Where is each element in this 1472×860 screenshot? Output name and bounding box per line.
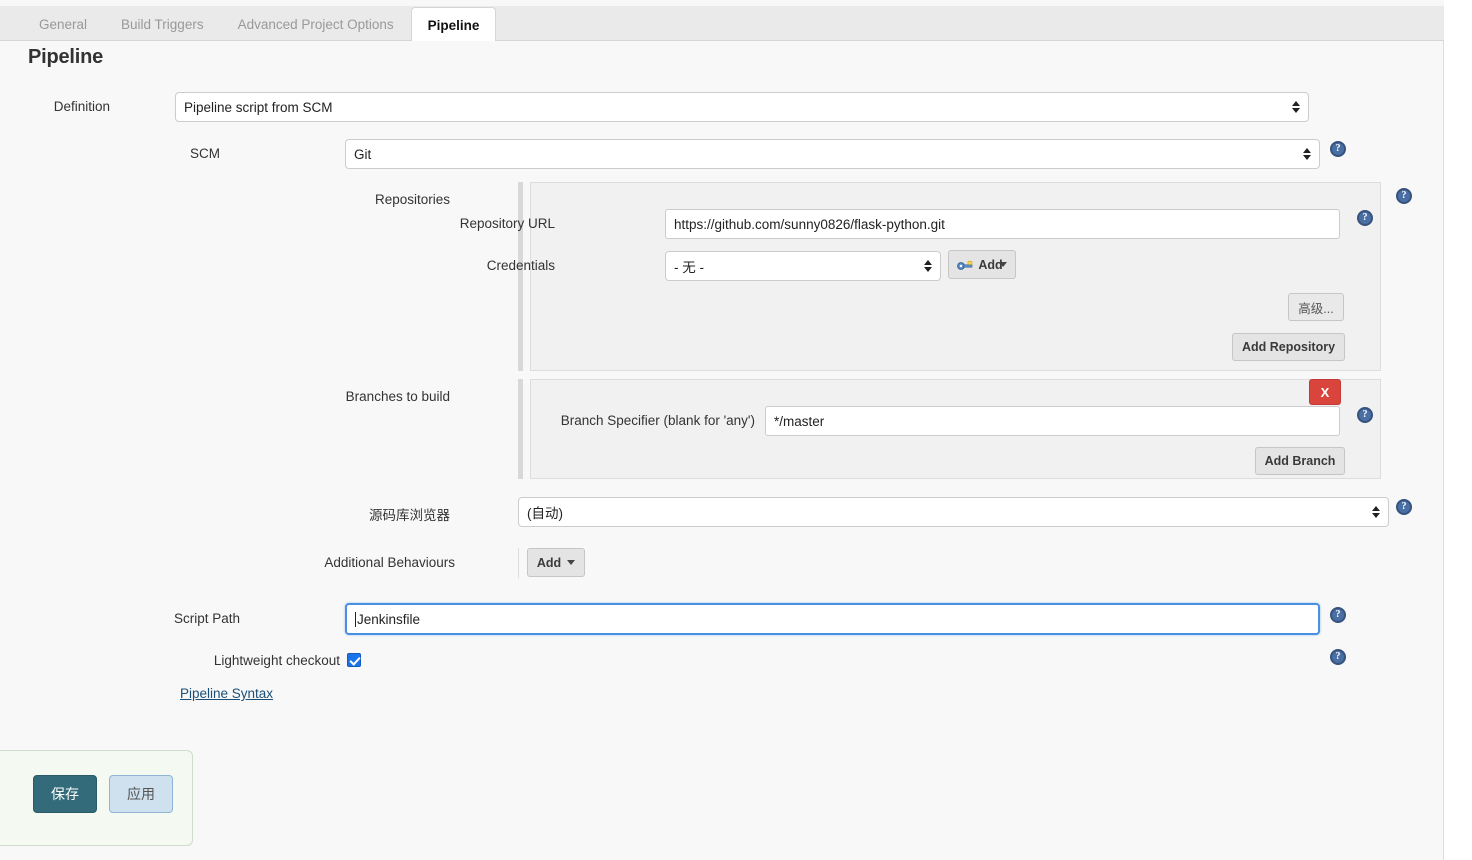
key-icon — [957, 259, 974, 271]
lightweight-checkout-label: Lightweight checkout — [100, 653, 340, 668]
advanced-button[interactable]: 高级... — [1288, 293, 1344, 321]
branches-help-icon[interactable]: ? — [1357, 407, 1373, 423]
repositories-help-icon[interactable]: ? — [1396, 188, 1412, 204]
advanced-button-label: 高级... — [1298, 298, 1333, 317]
credentials-label: Credentials — [440, 258, 555, 273]
credentials-select[interactable]: - 无 - — [665, 251, 941, 281]
chevron-updown-icon — [1302, 146, 1311, 162]
add-repository-label: Add Repository — [1242, 340, 1335, 354]
tab-general[interactable]: General — [22, 6, 104, 41]
repository-url-label: Repository URL — [440, 216, 555, 231]
credentials-select-value: - 无 - — [674, 256, 704, 276]
lightweight-checkout-help-icon[interactable]: ? — [1330, 649, 1346, 665]
script-path-help-icon[interactable]: ? — [1330, 607, 1346, 623]
tab-advanced-project-options-label: Advanced Project Options — [238, 17, 394, 32]
apply-button[interactable]: 应用 — [109, 775, 173, 813]
text-cursor — [355, 612, 356, 627]
tab-build-triggers-label: Build Triggers — [121, 17, 204, 32]
pipeline-section: Pipeline Definition Pipeline script from… — [0, 41, 1444, 860]
tab-advanced-project-options[interactable]: Advanced Project Options — [221, 6, 411, 41]
lightweight-checkout-checkbox[interactable] — [347, 653, 361, 667]
page-title: Pipeline — [28, 46, 103, 69]
add-branch-button[interactable]: Add Branch — [1255, 447, 1345, 475]
content-column: General Build Triggers Advanced Project … — [0, 0, 1444, 860]
repository-browser-label: 源码库浏览器 — [300, 504, 450, 524]
repository-browser-value: (自动) — [527, 502, 563, 522]
tab-general-label: General — [39, 17, 87, 32]
repositories-accent-bar — [518, 182, 523, 371]
script-path-input[interactable]: Jenkinsfile — [345, 603, 1320, 635]
definition-label: Definition — [0, 99, 110, 114]
chevron-down-icon — [999, 262, 1007, 267]
branch-specifier-input[interactable]: */master — [765, 406, 1340, 436]
repository-url-help-icon[interactable]: ? — [1357, 210, 1373, 226]
pipeline-syntax-link[interactable]: Pipeline Syntax — [180, 686, 273, 701]
chevron-updown-icon — [1371, 504, 1380, 520]
add-repository-button[interactable]: Add Repository — [1232, 333, 1345, 361]
delete-branch-label: X — [1321, 385, 1330, 400]
chevron-updown-icon — [923, 258, 932, 274]
jenkins-pipeline-config-page: General Build Triggers Advanced Project … — [0, 0, 1472, 860]
repository-url-input[interactable]: https://github.com/sunny0826/flask-pytho… — [665, 209, 1340, 239]
repositories-label: Repositories — [300, 192, 450, 207]
branches-to-build-label: Branches to build — [300, 389, 450, 404]
scm-help-icon[interactable]: ? — [1330, 141, 1346, 157]
branches-accent-bar — [518, 379, 523, 479]
add-credentials-button[interactable]: Add — [948, 250, 1016, 279]
content-right-border — [1443, 41, 1444, 860]
branch-specifier-value: */master — [774, 414, 824, 429]
scm-select[interactable]: Git — [345, 139, 1320, 169]
save-button-label: 保存 — [51, 784, 79, 804]
definition-select-value: Pipeline script from SCM — [184, 100, 333, 115]
delete-branch-button[interactable]: X — [1309, 379, 1341, 405]
save-button[interactable]: 保存 — [33, 775, 97, 813]
apply-button-label: 应用 — [127, 784, 155, 804]
scm-label: SCM — [120, 146, 220, 161]
script-path-label: Script Path — [100, 611, 240, 626]
additional-behaviours-divider — [518, 548, 519, 578]
branch-specifier-label: Branch Specifier (blank for 'any') — [440, 413, 755, 428]
script-path-value: Jenkinsfile — [357, 612, 420, 627]
config-tab-bar: General Build Triggers Advanced Project … — [0, 6, 1444, 41]
tab-build-triggers[interactable]: Build Triggers — [104, 6, 221, 41]
add-branch-label: Add Branch — [1265, 454, 1336, 468]
add-behaviour-label: Add — [537, 556, 561, 570]
tab-pipeline-label: Pipeline — [428, 18, 480, 33]
chevron-down-icon — [567, 560, 575, 565]
add-behaviour-button[interactable]: Add — [527, 548, 585, 577]
repository-browser-select[interactable]: (自动) — [518, 497, 1389, 527]
form-footer-bar: 保存 应用 — [0, 750, 193, 846]
chevron-updown-icon — [1291, 99, 1300, 115]
additional-behaviours-label: Additional Behaviours — [300, 555, 455, 570]
repository-url-value: https://github.com/sunny0826/flask-pytho… — [674, 217, 945, 232]
repository-browser-help-icon[interactable]: ? — [1396, 499, 1412, 515]
scm-select-value: Git — [354, 147, 371, 162]
definition-select[interactable]: Pipeline script from SCM — [175, 92, 1309, 122]
tab-pipeline[interactable]: Pipeline — [411, 7, 497, 42]
